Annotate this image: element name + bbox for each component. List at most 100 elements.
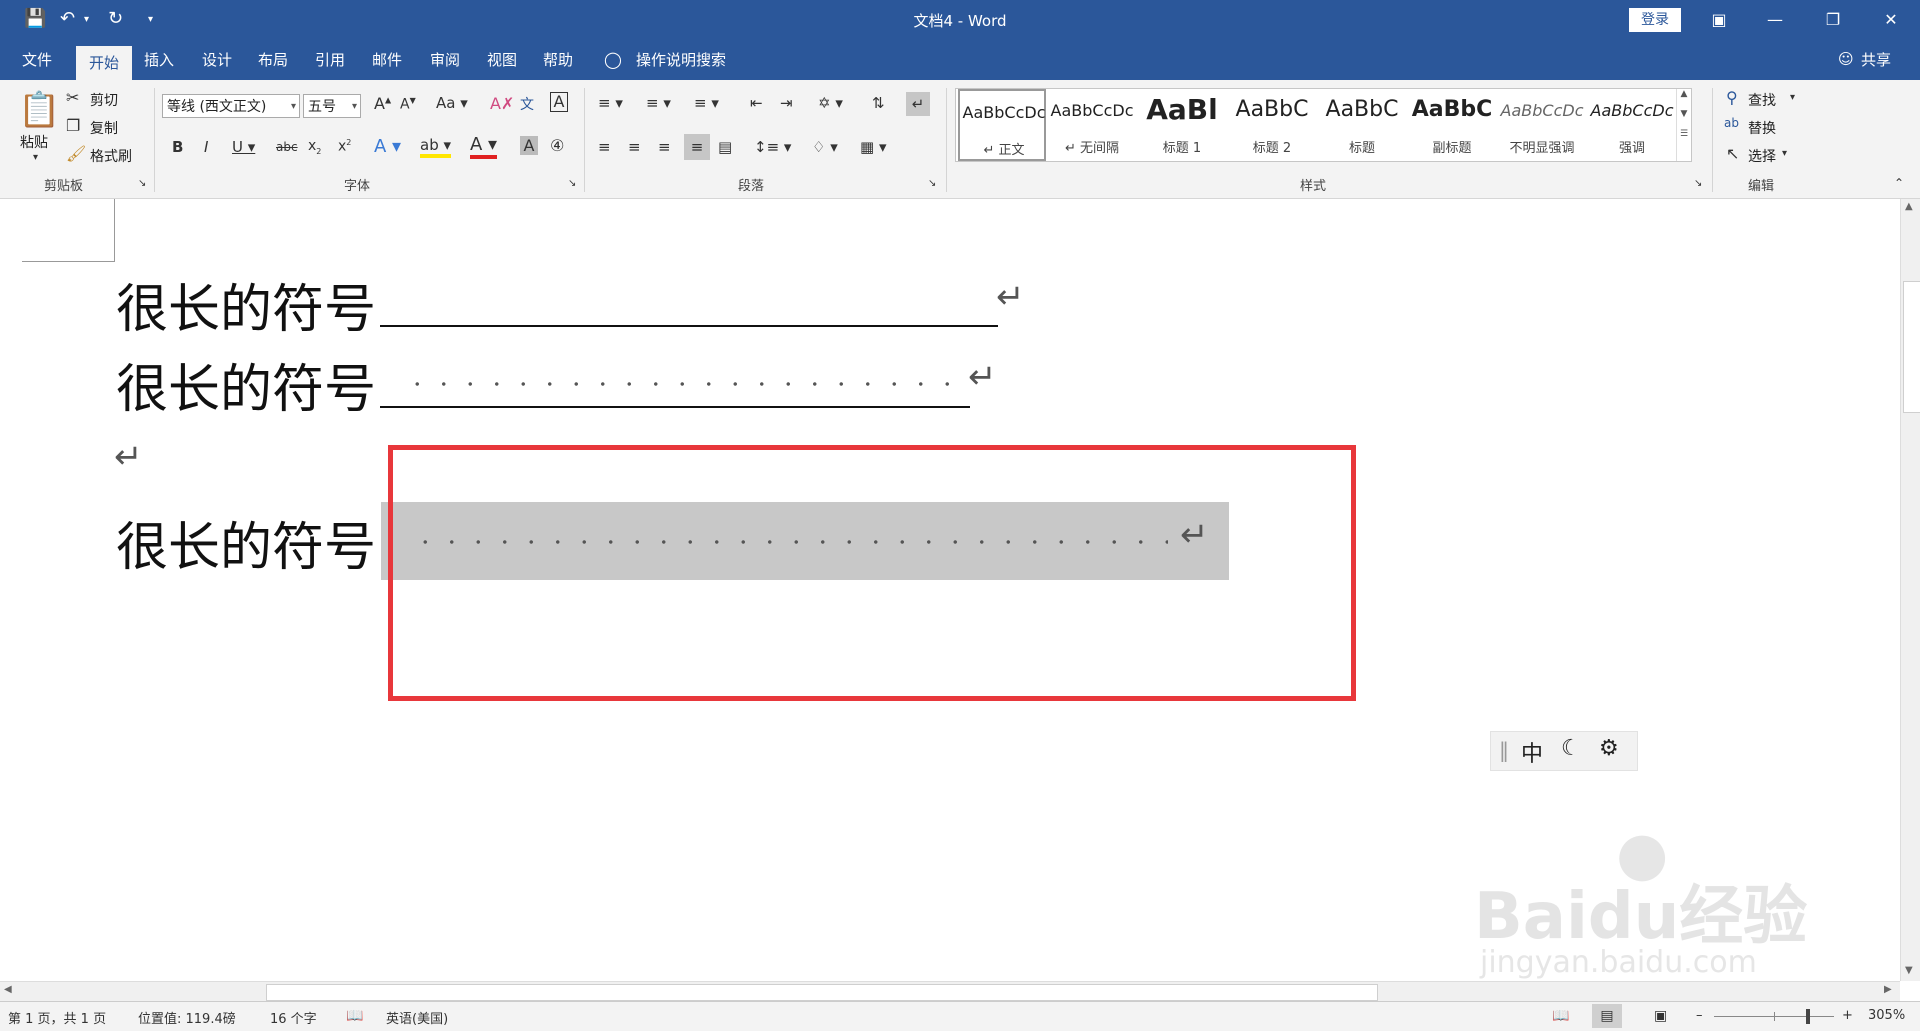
- chinese-layout-icon[interactable]: ✡ ▾: [818, 94, 843, 112]
- restore-button[interactable]: ❐: [1810, 6, 1856, 34]
- zoom-level[interactable]: 305%: [1868, 1008, 1905, 1023]
- cut-button[interactable]: 剪切: [90, 90, 118, 110]
- shading-icon[interactable]: ♢ ▾: [812, 138, 838, 156]
- zoom-slider-thumb[interactable]: [1806, 1009, 1810, 1024]
- text-effects-icon[interactable]: A ▾: [374, 136, 401, 157]
- tab-layout[interactable]: 布局: [248, 40, 298, 80]
- select-dropdown-icon[interactable]: ▾: [1782, 148, 1787, 159]
- clipboard-icon[interactable]: 📋: [18, 90, 60, 132]
- zoom-out-icon[interactable]: –: [1696, 1008, 1703, 1023]
- tab-mailings[interactable]: 邮件: [362, 40, 412, 80]
- scroll-up-icon[interactable]: ▲: [1905, 201, 1913, 212]
- vertical-scroll-thumb[interactable]: [1903, 281, 1920, 413]
- style-subtitle[interactable]: AaBbC 副标题: [1408, 89, 1496, 161]
- proofing-icon[interactable]: 📖: [346, 1008, 363, 1024]
- ime-grip-icon[interactable]: ‖: [1499, 738, 1509, 762]
- read-mode-icon[interactable]: 📖: [1552, 1008, 1569, 1024]
- line-spacing-icon[interactable]: ↕≡ ▾: [754, 138, 791, 156]
- page-count[interactable]: 第 1 页，共 1 页: [8, 1008, 106, 1027]
- enclose-characters-icon[interactable]: ④: [550, 136, 564, 155]
- horizontal-scrollbar[interactable]: ◀ ▶: [0, 981, 1900, 1002]
- superscript-icon[interactable]: x2: [338, 138, 351, 155]
- format-painter-button[interactable]: 格式刷: [90, 146, 132, 166]
- tab-help[interactable]: 帮助: [533, 40, 583, 80]
- style-title[interactable]: AaBbC 标题: [1318, 89, 1406, 161]
- underline-icon[interactable]: U ▾: [232, 138, 255, 156]
- print-layout-icon[interactable]: ▤: [1592, 1004, 1622, 1028]
- style-emphasis[interactable]: AaBbCcDc 强调: [1588, 89, 1676, 161]
- style-heading-2[interactable]: AaBbC 标题 2: [1228, 89, 1316, 161]
- scroll-right-icon[interactable]: ▶: [1884, 984, 1892, 995]
- document-canvas[interactable]: 很长的符号 ↵ 很长的符号 ↵ ↵ 很长的符号 ↵ ‖ 中 ☾ ⚙ ● Baid…: [0, 199, 1900, 981]
- distributed-icon[interactable]: ▤: [718, 138, 732, 156]
- character-shading-icon[interactable]: A: [520, 136, 538, 155]
- moon-icon[interactable]: ☾: [1561, 736, 1581, 761]
- minimize-button[interactable]: —: [1752, 6, 1798, 34]
- font-size-select[interactable]: 五号 ▾: [303, 94, 361, 118]
- tab-view[interactable]: 视图: [477, 40, 527, 80]
- copy-button[interactable]: 复制: [90, 118, 118, 138]
- align-center-icon[interactable]: ≡: [628, 138, 641, 156]
- replace-button[interactable]: 替换: [1748, 118, 1776, 138]
- shrink-font-icon[interactable]: A▼: [400, 96, 416, 113]
- highlight-icon[interactable]: ab ▾: [420, 136, 452, 158]
- find-dropdown-icon[interactable]: ▾: [1790, 92, 1795, 103]
- tab-insert[interactable]: 插入: [134, 40, 184, 80]
- paragraph-launcher-icon[interactable]: ↘: [928, 178, 936, 189]
- styles-launcher-icon[interactable]: ↘: [1694, 178, 1702, 189]
- tab-design[interactable]: 设计: [192, 40, 242, 80]
- style-subtle-emphasis[interactable]: AaBbCcDc 不明显强调: [1498, 89, 1586, 161]
- horizontal-scroll-thumb[interactable]: [266, 984, 1378, 1001]
- justify-icon[interactable]: ≡: [684, 134, 710, 160]
- italic-icon[interactable]: I: [204, 138, 208, 156]
- align-right-icon[interactable]: ≡: [658, 138, 671, 156]
- zoom-in-icon[interactable]: +: [1842, 1008, 1853, 1023]
- character-border-icon[interactable]: A: [550, 92, 568, 112]
- change-case-icon[interactable]: Aa ▾: [436, 94, 468, 112]
- bold-icon[interactable]: B: [172, 138, 183, 156]
- search-icon[interactable]: ⚲: [1726, 88, 1738, 107]
- styles-scroll[interactable]: ▲ ▼ ☰: [1676, 89, 1691, 161]
- scissors-icon[interactable]: ✂: [66, 88, 79, 107]
- tab-review[interactable]: 审阅: [420, 40, 470, 80]
- cursor-icon[interactable]: ↖: [1726, 144, 1739, 163]
- ime-mode-toggle[interactable]: 中: [1521, 736, 1543, 768]
- phonetic-guide-icon[interactable]: 文: [520, 94, 534, 114]
- clear-formatting-icon[interactable]: A✗: [490, 94, 514, 113]
- font-launcher-icon[interactable]: ↘: [568, 178, 576, 189]
- word-count[interactable]: 16 个字: [270, 1008, 317, 1027]
- subscript-icon[interactable]: x2: [308, 138, 321, 156]
- show-paragraph-marks-icon[interactable]: ↵: [906, 92, 930, 116]
- bullets-icon[interactable]: ≡ ▾: [598, 94, 623, 112]
- scroll-left-icon[interactable]: ◀: [4, 984, 12, 995]
- font-color-icon[interactable]: A ▾: [470, 134, 498, 159]
- scroll-down-icon[interactable]: ▼: [1905, 965, 1913, 976]
- style-no-spacing[interactable]: AaBbCcDc ↵ 无间隔: [1048, 89, 1136, 161]
- tab-home[interactable]: 开始: [76, 46, 132, 80]
- tell-me-search[interactable]: 操作说明搜索: [636, 40, 736, 80]
- increase-indent-icon[interactable]: ⇥: [780, 94, 793, 112]
- borders-icon[interactable]: ▦ ▾: [860, 138, 886, 156]
- close-button[interactable]: ✕: [1868, 6, 1914, 34]
- format-painter-icon[interactable]: 🖌: [66, 144, 86, 163]
- language-indicator[interactable]: 英语(美国): [386, 1008, 448, 1027]
- align-left-icon[interactable]: ≡: [598, 138, 611, 156]
- select-button[interactable]: 选择: [1748, 146, 1776, 166]
- share-button[interactable]: 共享: [1856, 40, 1896, 80]
- style-normal[interactable]: AaBbCcDc ↵ 正文: [958, 89, 1046, 161]
- vertical-scrollbar[interactable]: ▲ ▼: [1900, 199, 1920, 981]
- paste-dropdown-icon[interactable]: ▾: [33, 152, 38, 163]
- strikethrough-icon[interactable]: abc: [276, 140, 298, 154]
- decrease-indent-icon[interactable]: ⇤: [750, 94, 763, 112]
- login-button[interactable]: 登录: [1629, 8, 1681, 32]
- sort-icon[interactable]: ⇅: [872, 94, 885, 112]
- replace-icon[interactable]: ab: [1724, 116, 1739, 130]
- grow-font-icon[interactable]: A▲: [374, 94, 391, 113]
- gear-icon[interactable]: ⚙: [1599, 736, 1619, 761]
- find-button[interactable]: 查找: [1748, 90, 1776, 110]
- numbering-icon[interactable]: ≡ ▾: [646, 94, 671, 112]
- copy-icon[interactable]: ❐: [66, 116, 80, 135]
- multilevel-list-icon[interactable]: ≡ ▾: [694, 94, 719, 112]
- tab-references[interactable]: 引用: [305, 40, 355, 80]
- collapse-ribbon-icon[interactable]: ⌃: [1894, 176, 1904, 190]
